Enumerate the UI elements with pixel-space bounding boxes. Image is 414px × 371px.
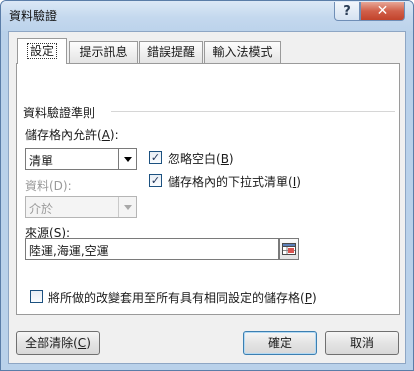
allow-label: 儲存格內允許(A): xyxy=(25,128,119,142)
settings-panel: 資料驗證準則 儲存格內允許(A): 清單 資料(D): 介於 ✓ 忽略空白(B)… xyxy=(16,63,400,315)
tab-input-message-label: 提示訊息 xyxy=(79,45,128,59)
range-select-icon xyxy=(282,243,296,255)
close-button[interactable]: ✕ xyxy=(360,2,405,21)
chevron-down-icon xyxy=(118,197,136,217)
help-icon: ? xyxy=(343,3,351,19)
group-divider xyxy=(111,111,395,112)
close-icon: ✕ xyxy=(376,3,389,19)
tab-settings-label: 設定 xyxy=(26,43,57,59)
allow-select[interactable]: 清單 xyxy=(25,148,137,170)
apply-to-all-checkbox[interactable] xyxy=(30,290,43,303)
tab-ime-mode[interactable]: 輸入法模式 xyxy=(204,41,281,63)
tab-settings[interactable]: 設定 xyxy=(17,38,67,64)
ok-button[interactable]: 確定 xyxy=(243,331,317,355)
ignore-blank-label: 忽略空白(B) xyxy=(168,152,234,166)
help-button[interactable]: ? xyxy=(334,2,360,21)
cancel-button[interactable]: 取消 xyxy=(325,331,399,355)
data-label: 資料(D): xyxy=(25,179,72,193)
data-select-value: 介於 xyxy=(29,202,54,216)
dialog-body: 設定 提示訊息 錯誤提醒 輸入法模式 資料驗證準則 儲存格內允許(A): 清單 … xyxy=(8,31,406,364)
tab-ime-mode-label: 輸入法模式 xyxy=(212,45,273,59)
tab-error-alert-label: 錯誤提醒 xyxy=(146,45,195,59)
title-bar[interactable]: 資料驗證 ? ✕ xyxy=(1,1,413,31)
in-cell-dropdown-checkbox[interactable]: ✓ xyxy=(149,174,162,187)
allow-select-value: 清單 xyxy=(29,154,54,168)
criteria-group-label: 資料驗證準則 xyxy=(23,106,96,120)
window-title: 資料驗證 xyxy=(9,9,58,23)
tab-input-message[interactable]: 提示訊息 xyxy=(69,41,138,63)
apply-to-all-label: 將所做的改變套用至所有具有相同設定的儲存格(P) xyxy=(48,291,317,305)
tab-error-alert[interactable]: 錯誤提醒 xyxy=(139,41,203,63)
ignore-blank-checkbox[interactable]: ✓ xyxy=(149,151,162,164)
data-validation-dialog: 資料驗證 ? ✕ 設定 提示訊息 錯誤提醒 輸入法模式 資料驗證準則 儲存格內允… xyxy=(0,0,414,371)
clear-all-button[interactable]: 全部清除(C) xyxy=(16,331,100,355)
source-input[interactable]: 陸運,海運,空運 xyxy=(25,238,279,260)
source-input-value: 陸運,海運,空運 xyxy=(29,244,109,258)
chevron-down-icon[interactable] xyxy=(118,149,136,169)
data-select: 介於 xyxy=(25,196,137,218)
collapse-dialog-button[interactable] xyxy=(279,238,299,260)
in-cell-dropdown-label: 儲存格內的下拉式清單(I) xyxy=(168,175,301,189)
